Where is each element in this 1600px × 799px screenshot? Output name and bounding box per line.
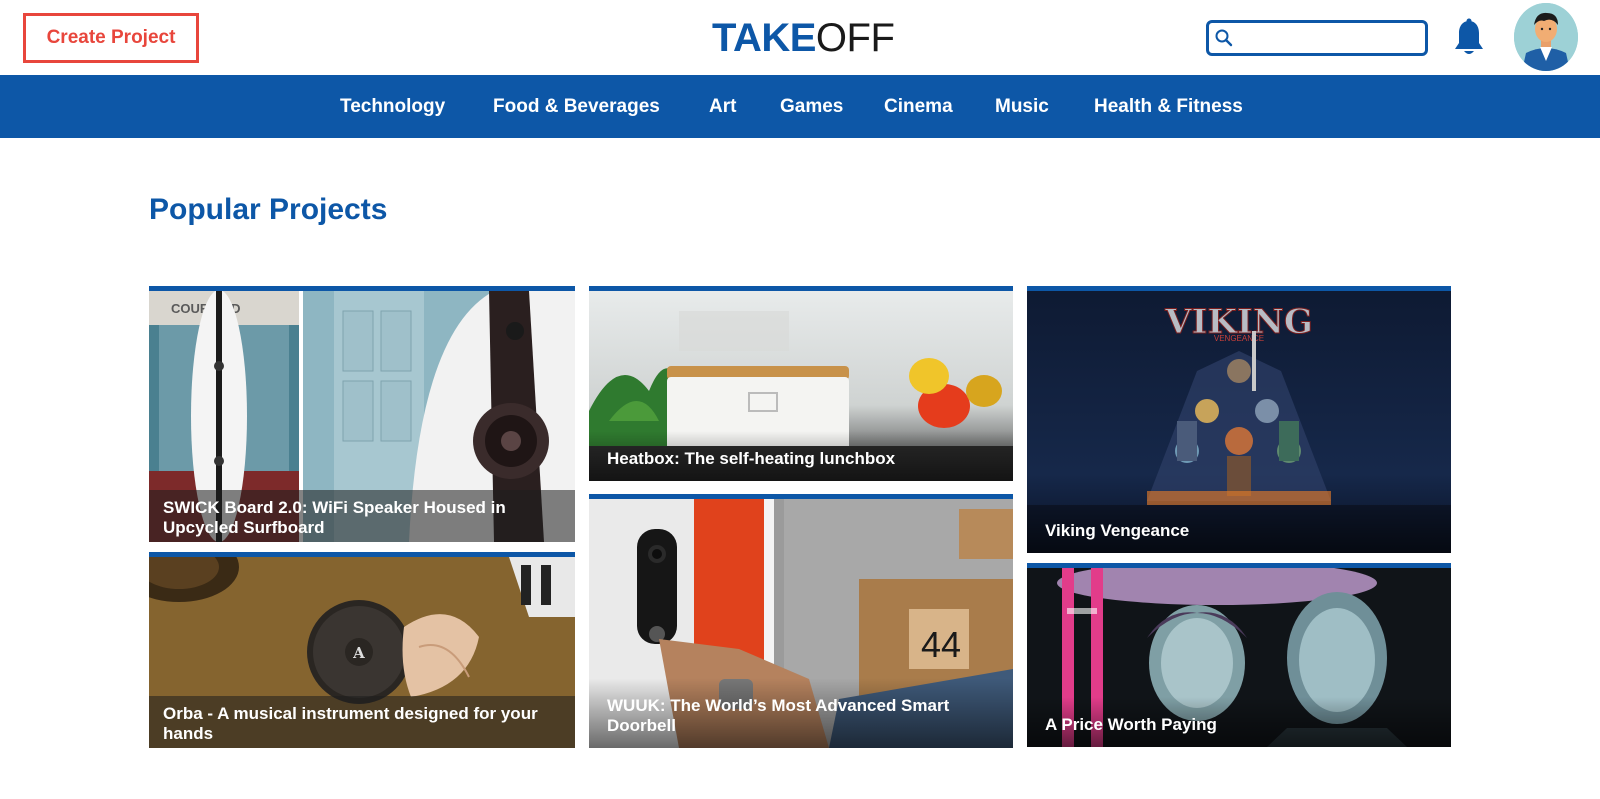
project-card-price[interactable]: A Price Worth Paying (1027, 563, 1451, 747)
logo-light-text: OFF (815, 15, 895, 60)
nav-item-technology[interactable]: Technology (340, 75, 445, 138)
viking-sub-text: VENGEANCE (1214, 334, 1264, 343)
search-input[interactable] (1237, 25, 1421, 51)
nav-item-cinema[interactable]: Cinema (884, 75, 953, 138)
card-title: A Price Worth Paying (1027, 697, 1451, 747)
project-card-orba[interactable]: A Orba - A musical instrument designed f… (149, 552, 575, 748)
search-icon (1215, 29, 1233, 47)
orba-logo-text: A (352, 644, 365, 662)
box-number-text: 44 (921, 624, 961, 665)
project-card-wuuk[interactable]: 44 WUUK: The World’s Most Advanced Smart… (589, 494, 1013, 748)
bell-icon[interactable] (1452, 18, 1486, 58)
nav-item-art[interactable]: Art (709, 75, 736, 138)
nav-item-health-fitness[interactable]: Health & Fitness (1094, 75, 1243, 138)
nav-item-games[interactable]: Games (780, 75, 843, 138)
card-title: SWICK Board 2.0: WiFi Speaker Housed in … (149, 490, 575, 542)
search-box[interactable] (1206, 20, 1428, 56)
project-card-viking[interactable]: VIKING VENGEANCE Viking Vengeance (1027, 286, 1451, 553)
project-card-swick[interactable]: COUR ARD SWICK Board 2.0: WiFi Speaker H… (149, 286, 575, 542)
page-title: Popular Projects (149, 193, 388, 226)
card-title: Viking Vengeance (1027, 503, 1451, 553)
avatar-illustration (1514, 3, 1578, 71)
card-title: Orba - A musical instrument designed for… (149, 696, 575, 748)
takeoff-logo[interactable]: TAKE OFF (712, 15, 895, 60)
user-avatar[interactable] (1514, 3, 1578, 71)
card-title: Heatbox: The self-heating lunchbox (589, 431, 1013, 481)
nav-item-music[interactable]: Music (995, 75, 1049, 138)
card-title: WUUK: The World’s Most Advanced Smart Do… (589, 678, 1013, 748)
logo-bold-text: TAKE (712, 15, 816, 60)
nav-item-food-beverages[interactable]: Food & Beverages (493, 75, 660, 138)
create-project-button[interactable]: Create Project (23, 13, 199, 63)
category-nav: Technology Food & Beverages Art Games Ci… (0, 75, 1600, 138)
top-header: Create Project TAKE OFF (0, 0, 1600, 75)
project-card-heatbox[interactable]: Heatbox: The self-heating lunchbox (589, 286, 1013, 481)
